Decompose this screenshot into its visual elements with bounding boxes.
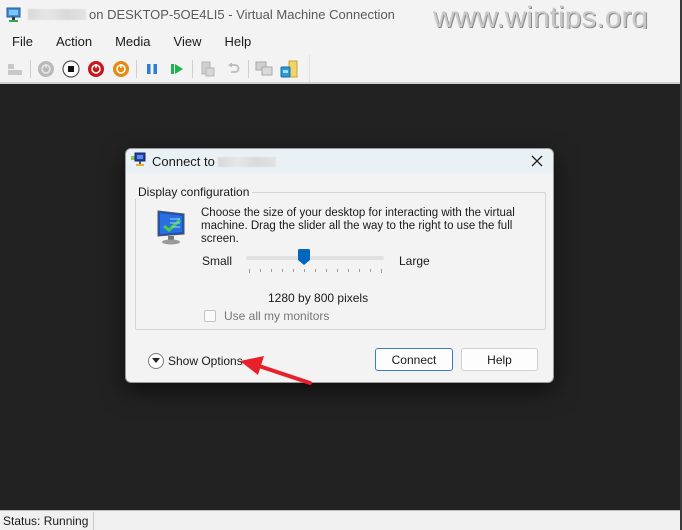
- help-button[interactable]: Help: [461, 348, 538, 371]
- show-options-toggle[interactable]: Show Options: [148, 353, 243, 369]
- slider-thumb[interactable]: [298, 249, 310, 265]
- slider-tick: [337, 269, 338, 272]
- turn-off-icon: [62, 59, 80, 78]
- dialog-titlebar: Connect to: [126, 149, 553, 174]
- save-button[interactable]: [110, 58, 132, 80]
- revert-button[interactable]: [222, 58, 244, 80]
- shut-down-button[interactable]: [85, 58, 107, 80]
- resume-icon: [171, 63, 183, 74]
- close-button[interactable]: [529, 153, 545, 169]
- remote-desktop-icon: [130, 152, 146, 171]
- resolution-slider[interactable]: [246, 249, 384, 275]
- annotation-arrow: [240, 356, 312, 385]
- revert-icon: [228, 62, 240, 73]
- slider-tick: [370, 269, 371, 272]
- connect-dialog: Connect to Display configuration Choose …: [125, 148, 554, 383]
- start-icon: [38, 60, 54, 77]
- menu-file[interactable]: File: [12, 34, 33, 49]
- group-label: Display configuration: [135, 185, 253, 199]
- share-icon: [280, 60, 298, 77]
- menu-view[interactable]: View: [174, 34, 202, 49]
- slider-tick: [359, 269, 360, 272]
- vm-name-redacted: [217, 156, 276, 167]
- expand-chevron-icon[interactable]: [148, 353, 164, 369]
- pause-icon: [147, 63, 157, 74]
- vm-name-redacted: [28, 9, 86, 20]
- resolution-readout: 1280 by 800 pixels: [268, 291, 369, 305]
- slider-tick: [304, 269, 305, 272]
- slider-max-label: Large: [399, 254, 430, 268]
- checkbox-box[interactable]: [204, 310, 216, 322]
- save-icon: [113, 60, 129, 77]
- use-all-monitors-checkbox[interactable]: Use all my monitors: [204, 309, 329, 323]
- turn-off-button[interactable]: [60, 58, 82, 80]
- show-options-label[interactable]: Show Options: [168, 354, 243, 368]
- menu-action[interactable]: Action: [56, 34, 92, 49]
- menu-media[interactable]: Media: [115, 34, 150, 49]
- share-button[interactable]: [278, 58, 300, 80]
- monitor-icon: [156, 209, 188, 245]
- close-icon: [531, 155, 543, 167]
- slider-tick: [326, 269, 327, 272]
- slider-tick: [315, 269, 316, 272]
- slider-min-label: Small: [202, 254, 233, 268]
- start-button[interactable]: [35, 58, 57, 80]
- toolbar-separator: [192, 59, 193, 78]
- checkpoint-icon: [201, 61, 215, 76]
- toolbar-separator: [248, 59, 249, 78]
- slider-tick: [260, 269, 261, 272]
- ctrl-alt-del-button[interactable]: [4, 58, 26, 80]
- status-text: Status: Running: [0, 511, 95, 530]
- slider-track[interactable]: [246, 256, 384, 260]
- menu-bar: File Action Media View Help: [0, 29, 682, 53]
- toolbar-separator: [30, 59, 31, 78]
- slider-tick: [249, 269, 250, 273]
- slider-tick: [348, 269, 349, 272]
- pause-button[interactable]: [141, 58, 163, 80]
- checkbox-label: Use all my monitors: [224, 309, 330, 323]
- shut-down-icon: [88, 60, 104, 77]
- slider-tick: [282, 269, 283, 272]
- menu-help[interactable]: Help: [224, 34, 251, 49]
- resume-button[interactable]: [166, 58, 188, 80]
- vm-connection-icon: [6, 7, 22, 23]
- slider-tick: [381, 269, 382, 273]
- slider-tick: [271, 269, 272, 272]
- toolbar: [0, 55, 310, 82]
- slider-tick: [293, 269, 294, 272]
- enhanced-session-button[interactable]: [253, 58, 275, 80]
- dialog-title: Connect to: [152, 154, 215, 169]
- description-text: Choose the size of your desktop for inte…: [201, 207, 515, 245]
- checkpoint-button[interactable]: [197, 58, 219, 80]
- enhanced-session-icon: [255, 61, 273, 75]
- status-bar: Status: Running: [0, 510, 682, 530]
- window-title: on DESKTOP-5OE4LI5 - Virtual Machine Con…: [89, 7, 395, 22]
- connect-button[interactable]: Connect: [375, 348, 453, 371]
- toolbar-separator: [136, 59, 137, 78]
- ctrl-alt-del-icon: [8, 63, 22, 75]
